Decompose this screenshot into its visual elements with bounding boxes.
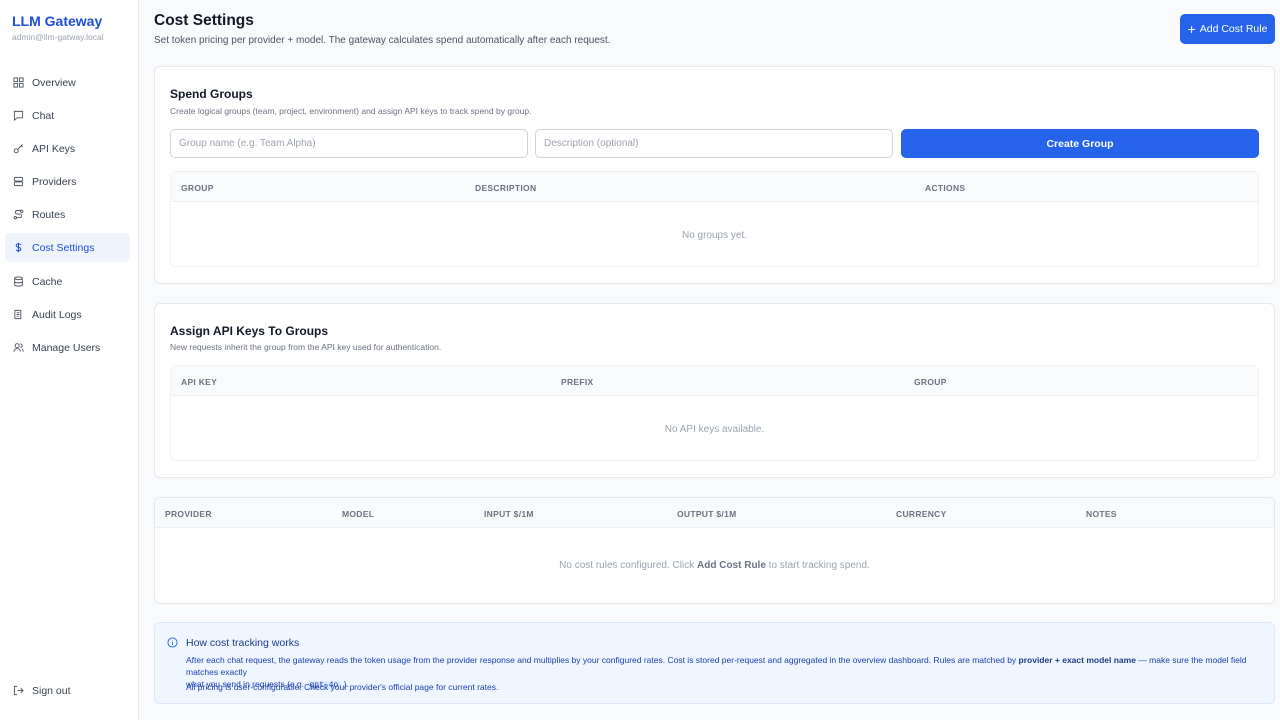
column-header: CURRENCY <box>896 509 947 519</box>
column-header: PROVIDER <box>165 509 212 519</box>
column-header: NOTES <box>1086 509 1117 519</box>
info-note: All pricing is user-configurable. Check … <box>186 682 499 692</box>
key-icon <box>13 144 23 154</box>
empty-link-text: Add Cost Rule <box>697 560 766 571</box>
dollar-icon <box>15 242 22 253</box>
scroll-icon <box>14 309 22 320</box>
groups-table: GROUP DESCRIPTION ACTIONS No groups yet. <box>170 171 1259 267</box>
info-text: After each chat request, the gateway rea… <box>186 655 1019 665</box>
sidebar-item-manage-users[interactable]: Manage Users <box>5 333 130 362</box>
group-name-input[interactable] <box>170 129 528 158</box>
column-header: DESCRIPTION <box>475 183 537 193</box>
info-title: How cost tracking works <box>186 637 300 649</box>
sign-out-label: Sign out <box>32 684 71 697</box>
assign-keys-card: Assign API Keys To Groups New requests i… <box>154 303 1275 478</box>
cost-tracking-info: How cost tracking works After each chat … <box>154 622 1275 704</box>
chat-icon <box>13 110 24 121</box>
main-content: Cost Settings Set token pricing per prov… <box>139 0 1280 720</box>
cost-rules-table: PROVIDER MODEL INPUT $/1M OUTPUT $/1M CU… <box>154 497 1275 604</box>
add-cost-rule-button[interactable]: + Add Cost Rule <box>1180 14 1275 44</box>
groups-empty-state: No groups yet. <box>681 230 748 241</box>
info-icon <box>167 637 178 648</box>
groups-table-header: GROUP DESCRIPTION ACTIONS <box>171 172 1258 202</box>
sidebar-item-label: Cost Settings <box>32 241 95 254</box>
sidebar-item-label: Overview <box>32 76 76 89</box>
sidebar-item-label: Cache <box>32 275 63 288</box>
sidebar-item-audit-logs[interactable]: Audit Logs <box>5 300 130 329</box>
sidebar-item-label: Providers <box>32 175 77 188</box>
spend-groups-title: Spend Groups <box>170 87 253 101</box>
route-icon <box>13 209 24 220</box>
sidebar-item-label: Audit Logs <box>32 308 82 321</box>
sidebar-item-chat[interactable]: Chat <box>5 101 130 130</box>
column-header: GROUP <box>914 377 947 387</box>
column-header: PREFIX <box>561 377 594 387</box>
column-header: API KEY <box>181 377 218 387</box>
logout-icon <box>13 685 24 696</box>
sidebar-item-label: API Keys <box>32 142 76 155</box>
sign-out-button[interactable]: Sign out <box>5 676 130 705</box>
column-header: OUTPUT $/1M <box>677 509 737 519</box>
sidebar-item-providers[interactable]: Providers <box>5 167 130 196</box>
api-keys-table-header: API KEY PREFIX GROUP <box>171 366 1258 396</box>
sidebar: LLM Gateway admin@llm-gatway.local Overv… <box>0 0 139 720</box>
users-icon <box>13 343 24 352</box>
cost-rules-empty-state: No cost rules configured. Click Add Cost… <box>155 560 1274 571</box>
add-cost-rule-label: Add Cost Rule <box>1199 23 1268 35</box>
group-description-input[interactable] <box>535 129 893 158</box>
assign-keys-title: Assign API Keys To Groups <box>170 324 329 338</box>
empty-text: to start tracking spend. <box>765 560 870 571</box>
assign-keys-subtitle: New requests inherit the group from the … <box>170 342 442 352</box>
database-icon <box>14 276 23 287</box>
brand-title: LLM Gateway <box>12 13 103 29</box>
user-email: admin@llm-gatway.local <box>12 32 104 42</box>
sidebar-item-overview[interactable]: Overview <box>5 68 130 97</box>
sidebar-item-routes[interactable]: Routes <box>5 200 130 229</box>
column-header: MODEL <box>342 509 375 519</box>
spend-groups-subtitle: Create logical groups (team, project, en… <box>170 106 532 116</box>
api-keys-empty-state: No API keys available. <box>664 424 765 435</box>
empty-text: No cost rules configured. Click <box>559 560 697 571</box>
server-icon <box>13 176 24 187</box>
api-keys-table: API KEY PREFIX GROUP No API keys availab… <box>170 365 1259 461</box>
info-strong: provider + exact model name <box>1018 655 1136 665</box>
plus-icon: + <box>1187 21 1196 37</box>
sidebar-item-label: Chat <box>32 109 55 122</box>
create-group-button[interactable]: Create Group <box>901 129 1259 158</box>
spend-groups-card: Spend Groups Create logical groups (team… <box>154 66 1275 284</box>
sidebar-item-cost-settings[interactable]: Cost Settings <box>5 233 130 262</box>
cost-rules-table-header: PROVIDER MODEL INPUT $/1M OUTPUT $/1M CU… <box>155 498 1274 528</box>
column-header: GROUP <box>181 183 214 193</box>
sidebar-item-label: Routes <box>32 208 66 221</box>
grid-icon <box>13 77 24 88</box>
column-header: ACTIONS <box>925 183 966 193</box>
sidebar-item-label: Manage Users <box>32 341 101 354</box>
page-subtitle: Set token pricing per provider + model. … <box>154 35 611 46</box>
column-header: INPUT $/1M <box>484 509 534 519</box>
sidebar-item-cache[interactable]: Cache <box>5 267 130 296</box>
sidebar-item-api-keys[interactable]: API Keys <box>5 134 130 163</box>
page-title: Cost Settings <box>154 12 254 29</box>
